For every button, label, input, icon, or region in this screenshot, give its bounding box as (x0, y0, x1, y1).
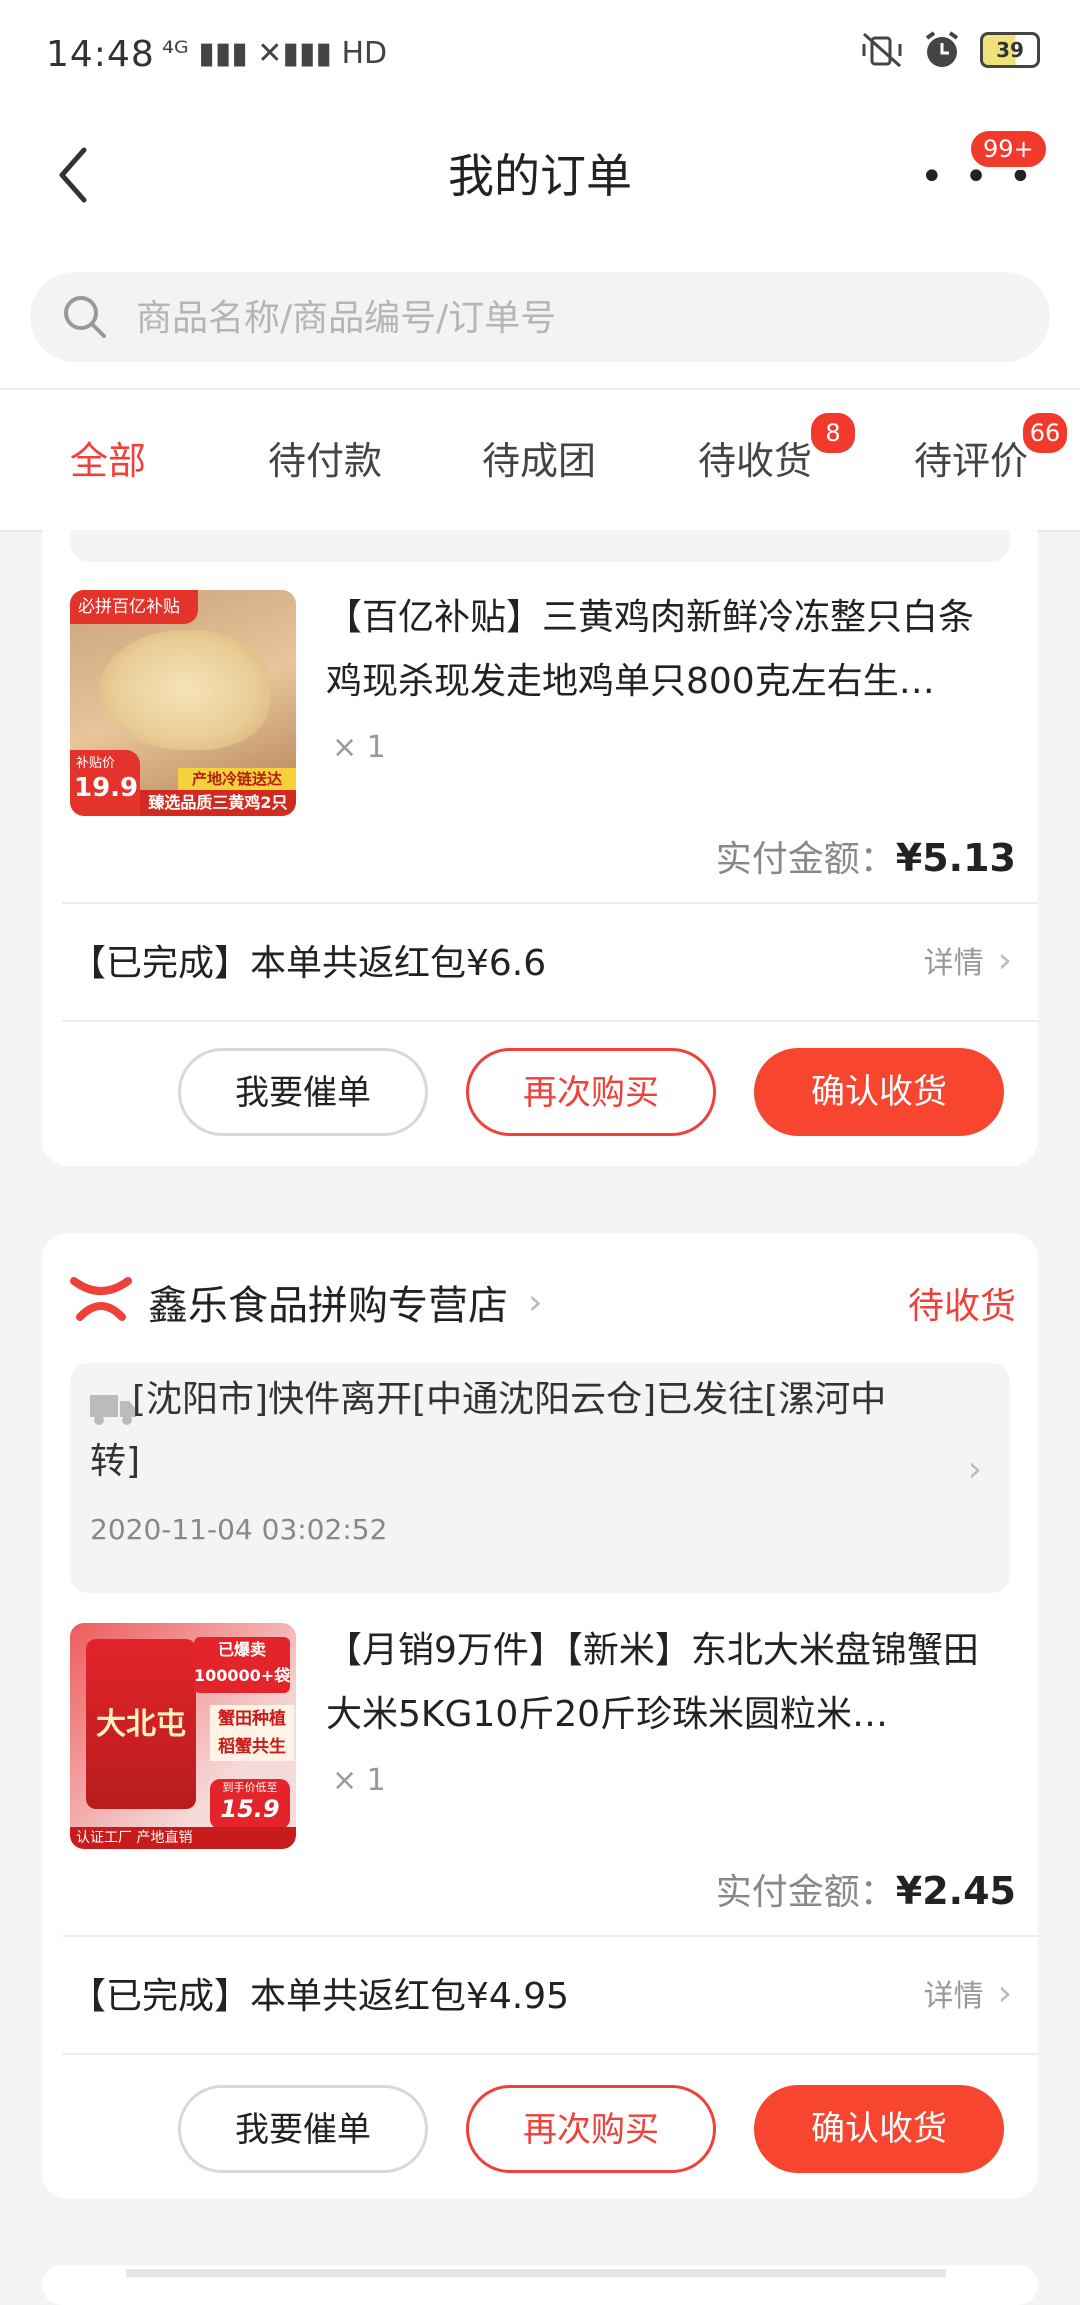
chevron-right-icon: › (967, 1449, 982, 1490)
payment-row: 实付金额： ¥5.13 (716, 830, 1016, 882)
sales-badge: 已爆卖 100000+袋 (194, 1637, 290, 1693)
divider (62, 1020, 1038, 1022)
order-status: 待收货 (907, 1286, 1016, 1327)
cold-chain-banner: 产地冷链送达 (178, 768, 296, 790)
feature-tag: 蟹田种植 稻蟹共生 (210, 1705, 294, 1761)
price-value: 15.9 (220, 1795, 280, 1823)
quality-banner: 臻选品质三黄鸡2只 (140, 790, 296, 816)
order-card (42, 2265, 1038, 2305)
product-title[interactable]: 【百亿补贴】三黄鸡肉新鲜冷冻整只白条鸡现杀现发走地鸡单只800克左右生… (326, 586, 1006, 714)
rebuy-button[interactable]: 再次购买 (466, 2085, 716, 2173)
shop-link[interactable]: 鑫乐食品拼购专营店 › (148, 1273, 542, 1331)
message-count-badge: 99+ (968, 128, 1049, 170)
search-bar[interactable] (30, 272, 1050, 364)
subsidy-tag: 必拼百亿补贴 (70, 590, 198, 624)
tab-pending-review[interactable]: 待评价 (914, 430, 1028, 485)
confirm-receipt-button[interactable]: 确认收货 (754, 2085, 1004, 2173)
order-status-note: 【已完成】本单共返红包¥6.6 (70, 943, 547, 984)
pending-review-badge: 66 (1020, 410, 1070, 456)
search-input[interactable] (134, 272, 1018, 364)
tab-pending-receipt[interactable]: 待收货 (698, 430, 812, 485)
order-card: 必拼百亿补贴 补贴价 19.9 产地冷链送达 臻选品质三黄鸡2只 【百亿补贴】三… (42, 490, 1038, 1166)
chevron-right-icon: › (528, 1281, 543, 1323)
logistics-box[interactable]: [沈阳市]快件离开[中通沈阳云仓]已发往[漯河中转] 2020-11-04 03… (70, 1363, 1010, 1593)
payment-label: 实付金额： (715, 1872, 896, 1913)
product-title[interactable]: 【月销9万件】【新米】东北大米盘锦蟹田大米5KG10斤20斤珍珠米圆粒米… (326, 1619, 1006, 1747)
tab-pending-group[interactable]: 待成团 (482, 430, 596, 485)
search-icon (64, 296, 106, 338)
tab-all[interactable]: 全部 (70, 430, 146, 485)
rice-bag-text: 大北屯 (96, 1707, 186, 1742)
payment-amount: ¥5.13 (895, 836, 1016, 880)
chevron-right-icon: › (997, 939, 1012, 981)
battery-icon: 39 (980, 32, 1040, 68)
product-thumbnail[interactable]: 必拼百亿补贴 补贴价 19.9 产地冷链送达 臻选品质三黄鸡2只 (70, 590, 296, 816)
network-indicator: ⁴ᴳ ▮▮▮ ✕▮▮▮ HD (162, 36, 388, 71)
divider (62, 902, 1038, 904)
rice-bag-image: 大北屯 (86, 1639, 196, 1809)
shop-name: 鑫乐食品拼购专营店 (148, 1283, 508, 1329)
detail-link[interactable]: 详情 › (924, 938, 1012, 982)
chicken-image (100, 630, 270, 750)
status-time: 14:48 (46, 34, 155, 75)
detail-label: 详情 (923, 946, 984, 981)
product-thumbnail[interactable]: 大北屯 已爆卖 100000+袋 蟹田种植 稻蟹共生 到手价低至 15.9 认证… (70, 1623, 296, 1849)
status-bar: 14:48 ⁴ᴳ ▮▮▮ ✕▮▮▮ HD 39 (0, 0, 1080, 110)
page-title: 我的订单 (448, 149, 632, 203)
previous-logistics-box (70, 530, 1010, 562)
divider (62, 2053, 1038, 2055)
urge-order-button[interactable]: 我要催单 (178, 1048, 428, 1136)
feature-line: 蟹田种植 (218, 1709, 286, 1729)
detail-label: 详情 (923, 1979, 984, 2014)
order-card: 鑫乐食品拼购专营店 › 待收货 [沈阳市]快件离开[中通沈阳云仓]已发往[漯河中… (42, 1233, 1038, 2199)
confirm-receipt-button[interactable]: 确认收货 (754, 1048, 1004, 1136)
shop-logo-icon (70, 1277, 132, 1321)
rebuy-button[interactable]: 再次购买 (466, 1048, 716, 1136)
alarm-icon (925, 31, 959, 67)
next-card-header (126, 2269, 946, 2277)
price-tag: 到手价低至 15.9 (210, 1779, 290, 1829)
detail-link[interactable]: 详情 › (924, 1971, 1012, 2015)
mute-vibrate-icon (862, 32, 902, 68)
price-value: 19.9 (74, 773, 139, 803)
factory-banner: 认证工厂 产地直销 (70, 1827, 296, 1849)
status-icons: 39 (860, 30, 1040, 70)
feature-line: 稻蟹共生 (218, 1737, 286, 1757)
price-label: 补贴价 (76, 756, 116, 771)
product-quantity: × 1 (332, 730, 386, 765)
payment-label: 实付金额： (715, 839, 896, 880)
chevron-right-icon: › (997, 1972, 1012, 2014)
urge-order-button[interactable]: 我要催单 (178, 2085, 428, 2173)
pending-receipt-badge: 8 (808, 410, 858, 456)
product-quantity: × 1 (332, 1763, 386, 1798)
tab-pending-payment[interactable]: 待付款 (268, 430, 382, 485)
payment-row: 实付金额： ¥2.45 (716, 1863, 1016, 1915)
payment-amount: ¥2.45 (895, 1869, 1016, 1913)
divider (62, 1935, 1038, 1937)
order-status-note: 【已完成】本单共返红包¥4.95 (70, 1976, 570, 2017)
logistics-time: 2020-11-04 03:02:52 (90, 1513, 388, 1546)
price-label: 到手价低至 (222, 1781, 278, 1794)
nav-header: 我的订单 • • • 99+ (0, 110, 1080, 270)
logistics-text: [沈阳市]快件离开[中通沈阳云仓]已发往[漯河中转] (90, 1379, 887, 1482)
price-tag: 补贴价 19.9 (70, 750, 140, 816)
